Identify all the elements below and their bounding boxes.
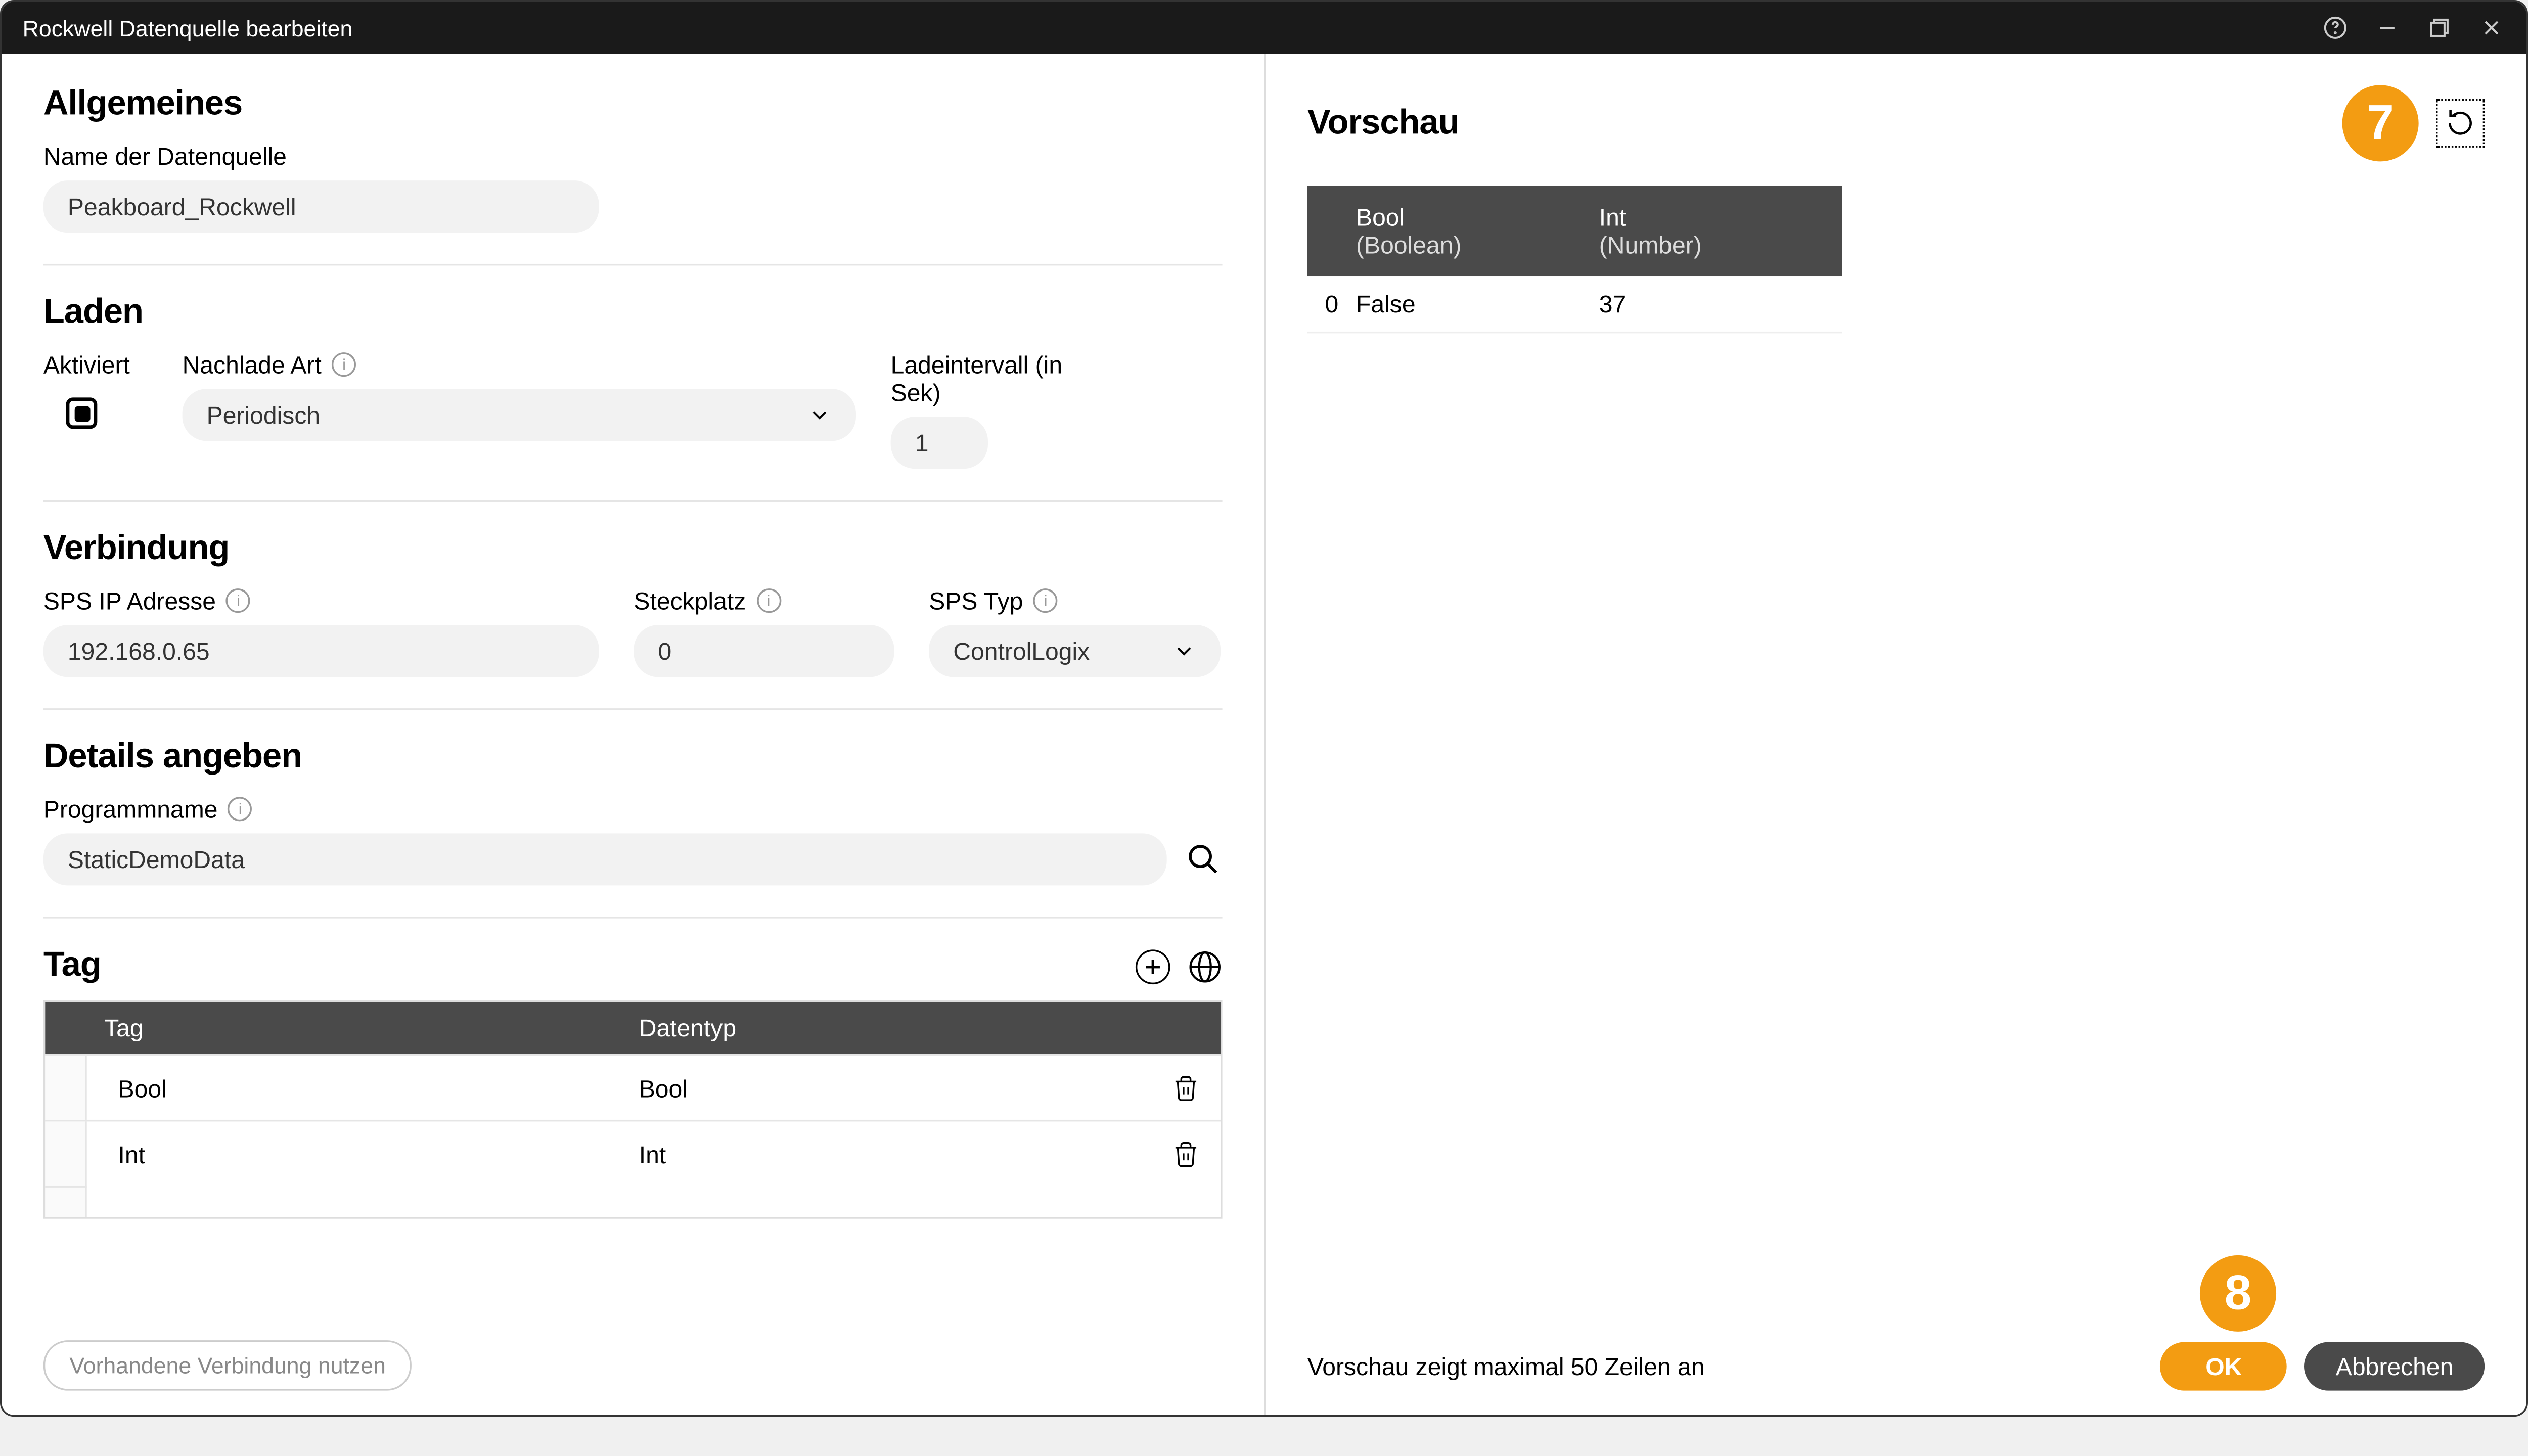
progname-input[interactable] (43, 833, 1167, 885)
section-general-title: Allgemeines (43, 85, 1223, 125)
use-existing-connection-button[interactable]: Vorhandene Verbindung nutzen (43, 1340, 412, 1391)
preview-cell: 37 (1599, 290, 1842, 317)
section-details-title: Details angeben (43, 738, 1223, 778)
add-tag-button[interactable] (1136, 949, 1170, 984)
ip-input[interactable] (43, 625, 599, 677)
step-badge-7: 7 (2342, 85, 2419, 161)
right-panel: Vorschau 7 Bool(Boolean)Int(Number) 0Fal… (1266, 54, 2526, 1415)
drag-handle[interactable] (45, 1121, 86, 1186)
chevron-down-icon (807, 403, 832, 427)
row-index: 0 (1307, 290, 1356, 317)
preview-title: Vorschau (1307, 103, 2342, 143)
info-icon[interactable]: i (1033, 588, 1058, 613)
interval-label: Ladeintervall (in Sek) (891, 351, 1099, 406)
activated-label: Aktiviert (43, 351, 148, 379)
preview-col-header: Int(Number) (1599, 186, 1842, 276)
tag-col-name-header: Tag (94, 1014, 632, 1041)
globe-icon[interactable] (1188, 949, 1223, 984)
tag-type-cell: Bool (632, 1074, 1151, 1102)
reload-type-label: Nachlade Art i (183, 351, 856, 379)
maximize-icon[interactable] (2425, 14, 2453, 41)
reload-type-select[interactable]: Periodisch (183, 389, 856, 441)
tag-name-cell: Int (87, 1140, 632, 1167)
refresh-button[interactable] (2436, 99, 2485, 148)
preview-footer-note: Vorschau zeigt maximal 50 Zeilen an (1307, 1352, 2160, 1380)
tag-col-type-header: Datentyp (632, 1014, 1151, 1041)
dialog-window: Rockwell Datenquelle bearbeiten Allgemei… (0, 0, 2528, 1417)
close-icon[interactable] (2477, 14, 2505, 41)
section-loading-title: Laden (43, 293, 1223, 333)
tag-type-cell: Int (632, 1140, 1151, 1167)
section-tag-title: Tag (43, 946, 101, 986)
ok-button[interactable]: OK (2160, 1342, 2287, 1391)
table-row[interactable]: Int Int (45, 1120, 1221, 1186)
info-icon[interactable]: i (227, 588, 251, 613)
titlebar: Rockwell Datenquelle bearbeiten (2, 2, 2526, 54)
help-icon[interactable] (2321, 14, 2349, 41)
ip-label: SPS IP Adresse i (43, 587, 599, 615)
info-icon[interactable]: i (228, 797, 252, 821)
activated-checkbox[interactable] (66, 397, 97, 429)
trash-icon (1172, 1074, 1200, 1102)
delete-row-button[interactable] (1151, 1074, 1221, 1102)
preview-table: Bool(Boolean)Int(Number) 0False37 (1307, 186, 1842, 333)
step-badge-8: 8 (2200, 1255, 2276, 1332)
chevron-down-icon (1172, 639, 1196, 663)
preview-cell: False (1356, 290, 1599, 317)
sps-type-select[interactable]: ControlLogix (929, 625, 1221, 677)
info-icon[interactable]: i (756, 588, 781, 613)
name-label: Name der Datenquelle (43, 143, 1223, 170)
left-panel: Allgemeines Name der Datenquelle Laden A… (2, 54, 1266, 1415)
table-row[interactable]: Bool Bool (45, 1054, 1221, 1119)
tag-name-cell: Bool (87, 1074, 632, 1102)
trash-icon (1172, 1140, 1200, 1167)
minimize-icon[interactable] (2373, 14, 2401, 41)
info-icon[interactable]: i (332, 352, 356, 377)
slot-label: Steckplatz i (634, 587, 894, 615)
preview-row: 0False37 (1307, 276, 1842, 333)
interval-input[interactable] (891, 417, 988, 469)
sps-type-label: SPS Typ i (929, 587, 1221, 615)
section-connection-title: Verbindung (43, 529, 1223, 569)
slot-input[interactable] (634, 625, 894, 677)
cancel-button[interactable]: Abbrechen (2305, 1342, 2485, 1391)
window-title: Rockwell Datenquelle bearbeiten (23, 15, 2322, 41)
search-icon[interactable] (1184, 840, 1223, 879)
delete-row-button[interactable] (1151, 1140, 1221, 1167)
progname-label: Programmname i (43, 795, 1223, 823)
preview-col-header: Bool(Boolean) (1356, 186, 1599, 276)
tag-table: Tag Datentyp Bool Bool Int Int (43, 1000, 1223, 1219)
drag-handle[interactable] (45, 1056, 86, 1120)
datasource-name-input[interactable] (43, 180, 599, 233)
